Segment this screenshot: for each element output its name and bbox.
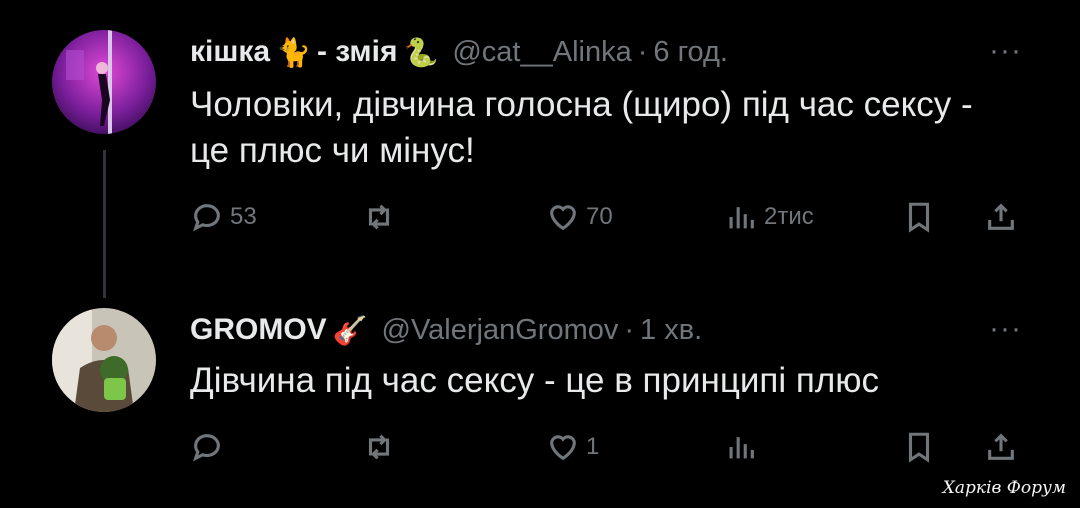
- share-icon: [988, 203, 1014, 230]
- view-count: 2тис: [764, 203, 814, 230]
- tweet-text: Чоловіки, дівчина голосна (щиро) під час…: [190, 85, 973, 170]
- retweet-button[interactable]: [362, 430, 402, 464]
- watermark: Харків Форум: [942, 478, 1066, 498]
- tweet-header: кішка 🐈 - змія 🐍 @cat__Alinka · 6 год.: [190, 30, 728, 74]
- views-icon: [729, 437, 754, 459]
- like-icon: [550, 435, 576, 461]
- views-icon: [729, 207, 754, 229]
- guitar-emoji-icon: 🎸: [332, 314, 368, 346]
- tweet-1[interactable]: кішка 🐈 - змія 🐍 @cat__Alinka · 6 год. ·…: [0, 0, 1080, 298]
- bookmark-icon: [908, 432, 930, 463]
- timestamp[interactable]: 6 год.: [653, 36, 728, 69]
- bookmark-button[interactable]: [902, 430, 936, 464]
- display-name-suffix[interactable]: - змія: [317, 35, 398, 69]
- more-options-icon[interactable]: ···: [989, 34, 1022, 68]
- reply-button[interactable]: [190, 430, 230, 464]
- tweet-text: Дівчина під час сексу - це в принципі пл…: [190, 361, 880, 400]
- display-name[interactable]: кішка: [190, 35, 270, 69]
- like-icon: [550, 205, 576, 231]
- separator: ·: [637, 35, 648, 68]
- tweet-actions: 53 70 2тис: [190, 200, 1030, 240]
- bookmark-button[interactable]: [902, 200, 936, 234]
- timestamp[interactable]: 1 хв.: [640, 314, 702, 347]
- views-button[interactable]: 2тис: [724, 200, 814, 234]
- like-count: 1: [586, 433, 600, 460]
- separator: ·: [624, 313, 635, 346]
- reply-button[interactable]: 53: [190, 200, 257, 234]
- bookmark-icon: [908, 202, 930, 233]
- reply-count: 53: [230, 203, 257, 230]
- like-count: 70: [586, 203, 613, 230]
- share-icon: [988, 433, 1014, 460]
- retweet-icon: [368, 434, 390, 460]
- like-button[interactable]: 70: [546, 200, 613, 234]
- like-button[interactable]: 1: [546, 430, 599, 464]
- retweet-icon: [368, 204, 390, 230]
- tweet-header: GROMOV 🎸 @ValerjanGromov · 1 хв.: [190, 308, 702, 352]
- avatar[interactable]: [52, 308, 156, 412]
- more-options-icon[interactable]: ···: [989, 312, 1022, 346]
- cat-emoji-icon: 🐈: [276, 36, 311, 68]
- handle[interactable]: @cat__Alinka: [452, 36, 631, 69]
- retweet-button[interactable]: [362, 200, 402, 234]
- tweet-2[interactable]: GROMOV 🎸 @ValerjanGromov · 1 хв. ··· Дів…: [0, 290, 1080, 508]
- thread-line: [103, 150, 106, 298]
- share-button[interactable]: [984, 200, 1018, 234]
- views-button[interactable]: [724, 430, 764, 464]
- avatar[interactable]: [52, 30, 156, 134]
- share-button[interactable]: [984, 430, 1018, 464]
- tweet-actions: 1: [190, 430, 1030, 470]
- handle[interactable]: @ValerjanGromov: [382, 314, 619, 347]
- snake-emoji-icon: 🐍: [403, 36, 439, 68]
- display-name[interactable]: GROMOV: [190, 313, 327, 347]
- reply-icon: [192, 204, 220, 232]
- reply-icon: [192, 434, 220, 462]
